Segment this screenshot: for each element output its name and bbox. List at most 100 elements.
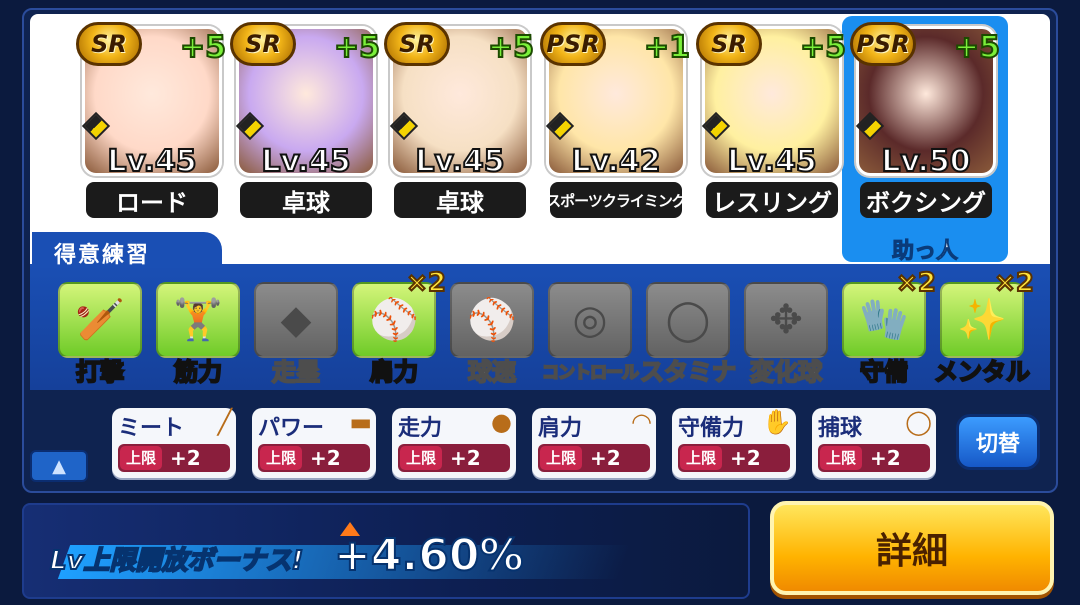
stat-name: 守備力	[678, 416, 745, 441]
cap-label: 上限	[540, 446, 583, 470]
practice-label: 球速	[467, 357, 517, 387]
practice-4: ⚾ 肩力 ×2	[352, 267, 447, 387]
practice-7: ◯ スタミナ	[639, 282, 737, 387]
glove-icon: 🧤	[859, 297, 909, 343]
plus-value: +5	[333, 29, 381, 66]
bat-icon: ╱	[217, 408, 232, 436]
multiplier-badge: ×2	[895, 267, 937, 299]
practice-10: ✨ メンタル ×2	[933, 267, 1035, 387]
fastball-icon: ⚾	[467, 297, 517, 343]
deck-card[interactable]: PSR +1 Lv.42 スポーツクライミング	[540, 22, 691, 220]
card-name: 卓球	[394, 182, 526, 218]
stat-bonus: 走力 ● 上限 +2	[392, 408, 516, 478]
stat-cap: 上限 +2	[398, 444, 510, 472]
practice-label: スタミナ	[639, 357, 737, 387]
stat-name: パワー	[258, 416, 325, 441]
plus-value: +5	[179, 29, 227, 66]
multiplier-badge: ×2	[405, 267, 447, 299]
target-icon: ◎	[572, 297, 608, 343]
deck-card[interactable]: SR +5 Lv.45 ロード	[76, 22, 227, 220]
card-level: Lv.45	[260, 143, 351, 180]
catch-ball-icon: ◯	[905, 408, 932, 436]
plus-value: +5	[799, 29, 847, 66]
practice-2: 🏋 筋力	[156, 282, 240, 387]
stat-bonus: パワー ▬ 上限 +2	[252, 408, 376, 478]
collapse-arrow-icon[interactable]: ▲	[30, 450, 88, 482]
breaking-ball-icon: ✥	[769, 297, 803, 343]
cap-value: +2	[170, 446, 201, 470]
rarity-badge: SR	[76, 22, 142, 66]
rarity-badge: PSR	[540, 22, 606, 66]
stat-bonus: 捕球 ◯ 上限 +2	[812, 408, 936, 478]
bat-icon: 🏏	[75, 297, 125, 343]
stat-bonus: 肩力 ◠ 上限 +2	[532, 408, 656, 478]
multiplier-badge: ×2	[993, 267, 1035, 299]
card-name: ロード	[86, 182, 218, 218]
practice-label: コントロール	[541, 362, 640, 384]
lv-bonus-value: +4.60%	[333, 529, 525, 582]
cap-label: 上限	[400, 446, 443, 470]
cap-label: 上限	[260, 446, 303, 470]
tire-icon: ◯	[665, 297, 711, 343]
practice-label: 守備	[859, 357, 909, 387]
stat-name: ミート	[118, 416, 185, 441]
stat-cap: 上限 +2	[258, 444, 370, 472]
stat-bonus: ミート ╱ 上限 +2	[112, 408, 236, 478]
runner-icon: ●	[491, 408, 512, 436]
stat-name: 肩力	[538, 416, 583, 441]
card-level: Lv.50	[880, 143, 971, 180]
rarity-badge: SR	[696, 22, 762, 66]
card-level: Lv.45	[414, 143, 505, 180]
cap-value: +2	[730, 446, 761, 470]
card-level: Lv.45	[726, 143, 817, 180]
stat-name: 捕球	[818, 416, 863, 441]
card-level: Lv.42	[570, 143, 661, 180]
card-level: Lv.45	[106, 143, 197, 180]
glove-icon: ✋	[762, 408, 792, 436]
card-name: ボクシング	[860, 182, 992, 218]
practice-title: 得意練習	[32, 232, 222, 268]
stat-bonus: 守備力 ✋ 上限 +2	[672, 408, 796, 478]
cap-label: 上限	[820, 446, 863, 470]
cap-value: +2	[590, 446, 621, 470]
plus-value: +1	[643, 29, 691, 66]
deck-card[interactable]: PSR +5 Lv.50 ボクシング	[850, 22, 1001, 220]
cap-value: +2	[870, 446, 901, 470]
throw-ball-icon: ⚾	[369, 297, 419, 343]
card-name: 卓球	[240, 182, 372, 218]
dumbbell-icon: ▬	[349, 408, 372, 436]
rarity-badge: PSR	[850, 22, 916, 66]
practice-label: 打撃	[75, 357, 125, 387]
practice-label: 肩力	[369, 357, 419, 387]
stat-cap: 上限 +2	[538, 444, 650, 472]
throw-ball-icon: ◠	[631, 408, 652, 436]
card-name: レスリング	[706, 182, 838, 218]
practice-3: ◆ 走塁	[254, 282, 338, 387]
practice-label: 走塁	[271, 357, 321, 387]
base-icon: ◆	[280, 297, 312, 343]
cap-label: 上限	[680, 446, 723, 470]
deck-card[interactable]: SR +5 Lv.45 卓球	[230, 22, 381, 220]
rarity-badge: SR	[230, 22, 296, 66]
deck-card[interactable]: SR +5 Lv.45 レスリング	[696, 22, 847, 220]
practice-8: ✥ 変化球	[744, 282, 828, 387]
sparkle-icon: ✨	[957, 297, 1007, 343]
practice-1: 🏏 打撃	[58, 282, 142, 387]
deck-card[interactable]: SR +5 Lv.45 卓球	[384, 22, 535, 220]
practice-6: ◎ コントロール	[541, 282, 640, 386]
stat-cap: 上限 +2	[818, 444, 930, 472]
plus-value: +5	[487, 29, 535, 66]
stat-name: 走力	[398, 416, 443, 441]
card-name: スポーツクライミング	[550, 182, 682, 218]
plus-value: +5	[953, 29, 1001, 66]
stat-cap: 上限 +2	[118, 444, 230, 472]
cap-value: +2	[310, 446, 341, 470]
switch-button[interactable]: 切替	[956, 414, 1040, 470]
rarity-badge: SR	[384, 22, 450, 66]
dumbbell-icon: 🏋	[173, 297, 223, 343]
practice-label: 変化球	[749, 357, 823, 387]
practice-label: 筋力	[173, 357, 223, 387]
detail-button[interactable]: 詳細	[770, 501, 1054, 595]
cap-label: 上限	[120, 446, 163, 470]
cap-value: +2	[450, 446, 481, 470]
